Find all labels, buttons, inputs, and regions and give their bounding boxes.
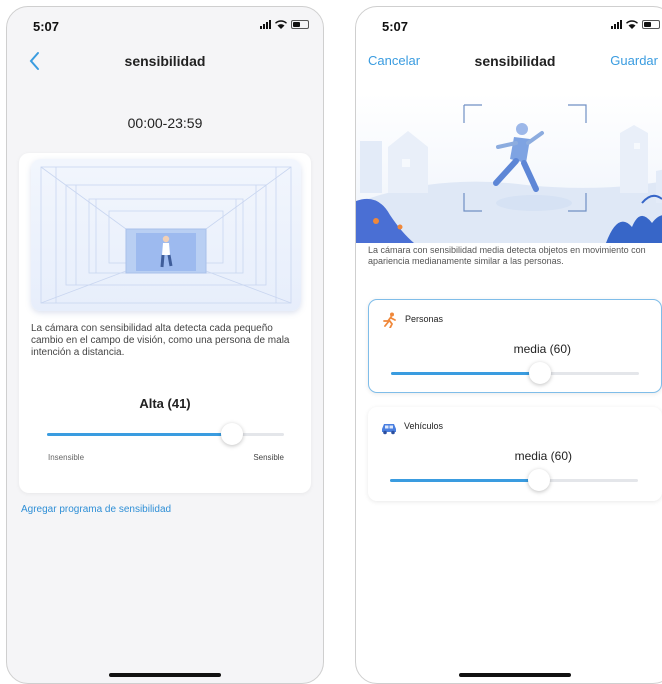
sensitivity-slider[interactable] xyxy=(47,423,284,447)
category-card-vehicles[interactable]: Vehículos media (60) xyxy=(368,407,662,501)
category-value: media (60) xyxy=(513,342,571,356)
home-indicator[interactable] xyxy=(109,673,221,677)
add-schedule-link[interactable]: Agregar programa de sensibilidad xyxy=(21,504,171,515)
slider-fill xyxy=(47,433,232,436)
slider-max-label: Sensible xyxy=(253,453,284,462)
category-label: Personas xyxy=(405,314,444,324)
status-icons xyxy=(611,20,660,29)
nav-bar: sensibilidad xyxy=(7,45,323,77)
slider-thumb[interactable] xyxy=(528,362,551,384)
page-title: sensibilidad xyxy=(124,53,206,69)
slider-thumb[interactable] xyxy=(220,423,243,445)
category-value: media (60) xyxy=(514,449,572,463)
category-card-persons[interactable]: Personas media (60) xyxy=(368,299,662,393)
slider-fill xyxy=(390,479,539,482)
home-indicator[interactable] xyxy=(459,673,571,677)
battery-icon xyxy=(291,20,309,29)
phone-screen-left: 5:07 sensibilidad 00:00-23:59 La cámara … xyxy=(6,6,324,684)
running-person-icon xyxy=(383,312,396,328)
motion-detection-illustration xyxy=(356,93,662,243)
sensitivity-description: La cámara con sensibilidad media detecta… xyxy=(368,245,646,266)
slider-fill xyxy=(391,372,540,375)
nav-bar: Cancelar sensibilidad Guardar xyxy=(356,45,662,77)
sensitivity-description: La cámara con sensibilidad alta detecta … xyxy=(31,323,290,358)
status-bar: 5:07 xyxy=(356,7,662,45)
save-button[interactable]: Guardar xyxy=(610,53,658,68)
status-time: 5:07 xyxy=(33,19,60,34)
battery-icon xyxy=(642,20,660,29)
slider-thumb[interactable] xyxy=(527,469,550,491)
sensitivity-level: Alta (41) xyxy=(139,396,191,411)
signal-icon xyxy=(611,20,622,29)
status-icons xyxy=(260,20,309,29)
phone-screen-right: 5:07 Cancelar sensibilidad Guardar La cá… xyxy=(355,6,662,684)
wifi-icon xyxy=(275,20,287,29)
signal-icon xyxy=(260,20,271,29)
time-range[interactable]: 00:00-23:59 xyxy=(7,115,323,131)
wifi-icon xyxy=(626,20,638,29)
sensitivity-card: La cámara con sensibilidad alta detecta … xyxy=(19,153,311,493)
corridor-illustration xyxy=(31,159,301,311)
persons-sensitivity-slider[interactable] xyxy=(391,362,639,386)
car-icon xyxy=(382,424,396,435)
vehicles-sensitivity-slider[interactable] xyxy=(390,469,638,493)
status-bar: 5:07 xyxy=(7,7,323,45)
category-label: Vehículos xyxy=(404,421,444,431)
slider-min-label: Insensible xyxy=(48,453,85,462)
status-time: 5:07 xyxy=(382,19,409,34)
